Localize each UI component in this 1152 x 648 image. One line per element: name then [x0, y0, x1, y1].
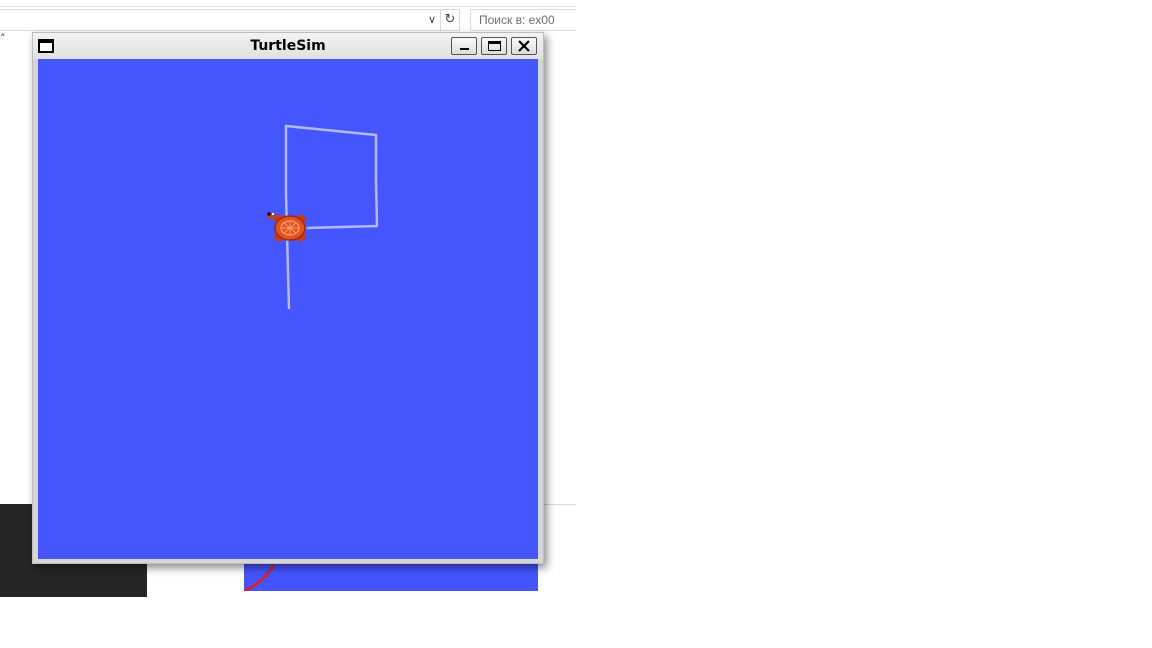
background-turtlesim-fragment — [244, 560, 538, 591]
title-bar[interactable]: TurtleSim — [33, 33, 543, 59]
minimize-button[interactable] — [451, 37, 477, 55]
close-icon — [518, 40, 530, 52]
turtle-canvas — [38, 59, 538, 559]
refresh-icon[interactable]: ↻ — [441, 9, 460, 31]
turtle-icon — [267, 212, 309, 242]
explorer-divider — [0, 6, 576, 7]
turtlesim-window: TurtleSim — [32, 32, 544, 564]
minimize-icon — [460, 48, 469, 50]
chevron-down-icon[interactable]: ∨ — [424, 11, 440, 29]
maximize-button[interactable] — [481, 37, 507, 55]
search-input[interactable]: Поиск в: ex00 — [470, 9, 576, 31]
chevron-up-icon[interactable]: ˄ — [0, 33, 10, 45]
close-button[interactable] — [511, 37, 537, 55]
address-bar[interactable] — [0, 9, 441, 31]
maximize-icon — [488, 41, 501, 51]
